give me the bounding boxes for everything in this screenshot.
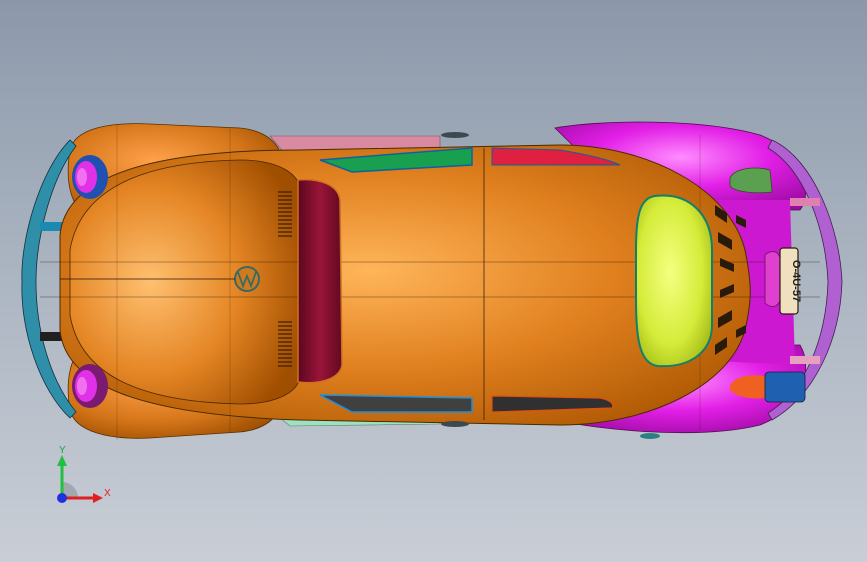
wheel-hint-top	[441, 132, 469, 138]
triad-z-axis-icon	[57, 493, 67, 503]
headlight-bottom	[72, 364, 108, 408]
triad-x-arrow-icon	[93, 493, 103, 503]
triad-x-label: X	[104, 488, 111, 499]
rear-bumper-bracket-bottom	[790, 356, 820, 364]
front-hood	[69, 159, 301, 405]
license-plate: O-4U-57	[764, 247, 802, 315]
model-viewport[interactable]: O-4U-57 Y X	[0, 0, 867, 562]
wheel-hint-bottom	[441, 421, 469, 427]
vw-emblem-icon	[234, 266, 260, 292]
rear-window	[635, 194, 713, 368]
coordinate-triad[interactable]: Y X	[57, 445, 111, 503]
triad-y-arrow-icon	[57, 455, 67, 466]
headlight-top	[72, 155, 108, 199]
triad-y-label: Y	[59, 445, 66, 456]
license-plate-text: O-4U-57	[790, 260, 802, 302]
tail-light-top	[729, 167, 773, 194]
rear-bumper-bracket-top	[790, 198, 820, 206]
windshield	[297, 178, 343, 384]
exhaust-hint	[640, 433, 660, 439]
